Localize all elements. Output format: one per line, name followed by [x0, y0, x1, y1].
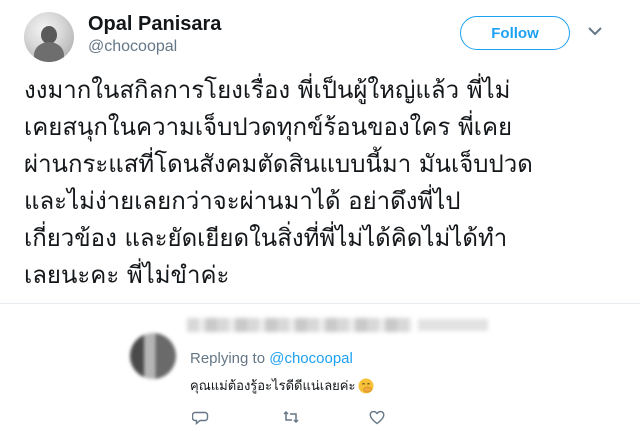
profile-avatar[interactable]: [24, 12, 74, 62]
tweet-line: และไม่ง่ายเลยกว่าจะผ่านมาได้ อย่าดึงพี่ไ…: [24, 187, 461, 215]
tweet-line: งงมากในสกิลการโยงเรื่อง พี่เป็นผู้ใหญ่แล…: [24, 76, 511, 104]
replying-to-label: Replying to: [190, 350, 270, 367]
user-handle[interactable]: @chocoopal: [88, 38, 177, 56]
reply-icon[interactable]: [192, 408, 210, 426]
tweet-line: ผ่านกระแสที่โดนสังคมตัดสินแบบนี้มา มันเจ…: [24, 150, 533, 178]
face-with-hand-over-mouth-icon: [358, 378, 374, 393]
reply-handle-blurred: [418, 319, 488, 331]
reply-name-blurred: [187, 318, 412, 332]
replying-to-mention[interactable]: @chocoopal: [269, 350, 353, 367]
tweet-line: เคยสนุกในความเจ็บปวดทุกข์ร้อนของใคร พี่เ…: [24, 113, 513, 141]
tweet-line: เกี่ยวข้อง และยัดเยียดในสิ่งที่พี่ไม่ได้…: [24, 224, 508, 252]
replying-to-line: Replying to @chocoopal: [190, 350, 353, 367]
divider: [0, 303, 640, 304]
reply-avatar-blurred[interactable]: [130, 333, 176, 379]
display-name[interactable]: Opal Panisara: [88, 13, 221, 36]
avatar-body: [34, 42, 64, 62]
tweet-text: งงมากในสกิลการโยงเรื่อง พี่เป็นผู้ใหญ่แล…: [24, 72, 624, 294]
tweet-line: เลยนะคะ พี่ไม่ขำค่ะ: [24, 261, 230, 289]
reply-text: คุณแม่ต้องรู้อะไรดีดีแน่เลยค่ะ: [190, 375, 374, 396]
retweet-icon[interactable]: [282, 408, 300, 426]
follow-button[interactable]: Follow: [460, 16, 570, 50]
chevron-down-icon[interactable]: [588, 26, 602, 36]
reply-text-content: คุณแม่ต้องรู้อะไรดีดีแน่เลยค่ะ: [190, 379, 356, 394]
like-icon[interactable]: [368, 408, 386, 426]
